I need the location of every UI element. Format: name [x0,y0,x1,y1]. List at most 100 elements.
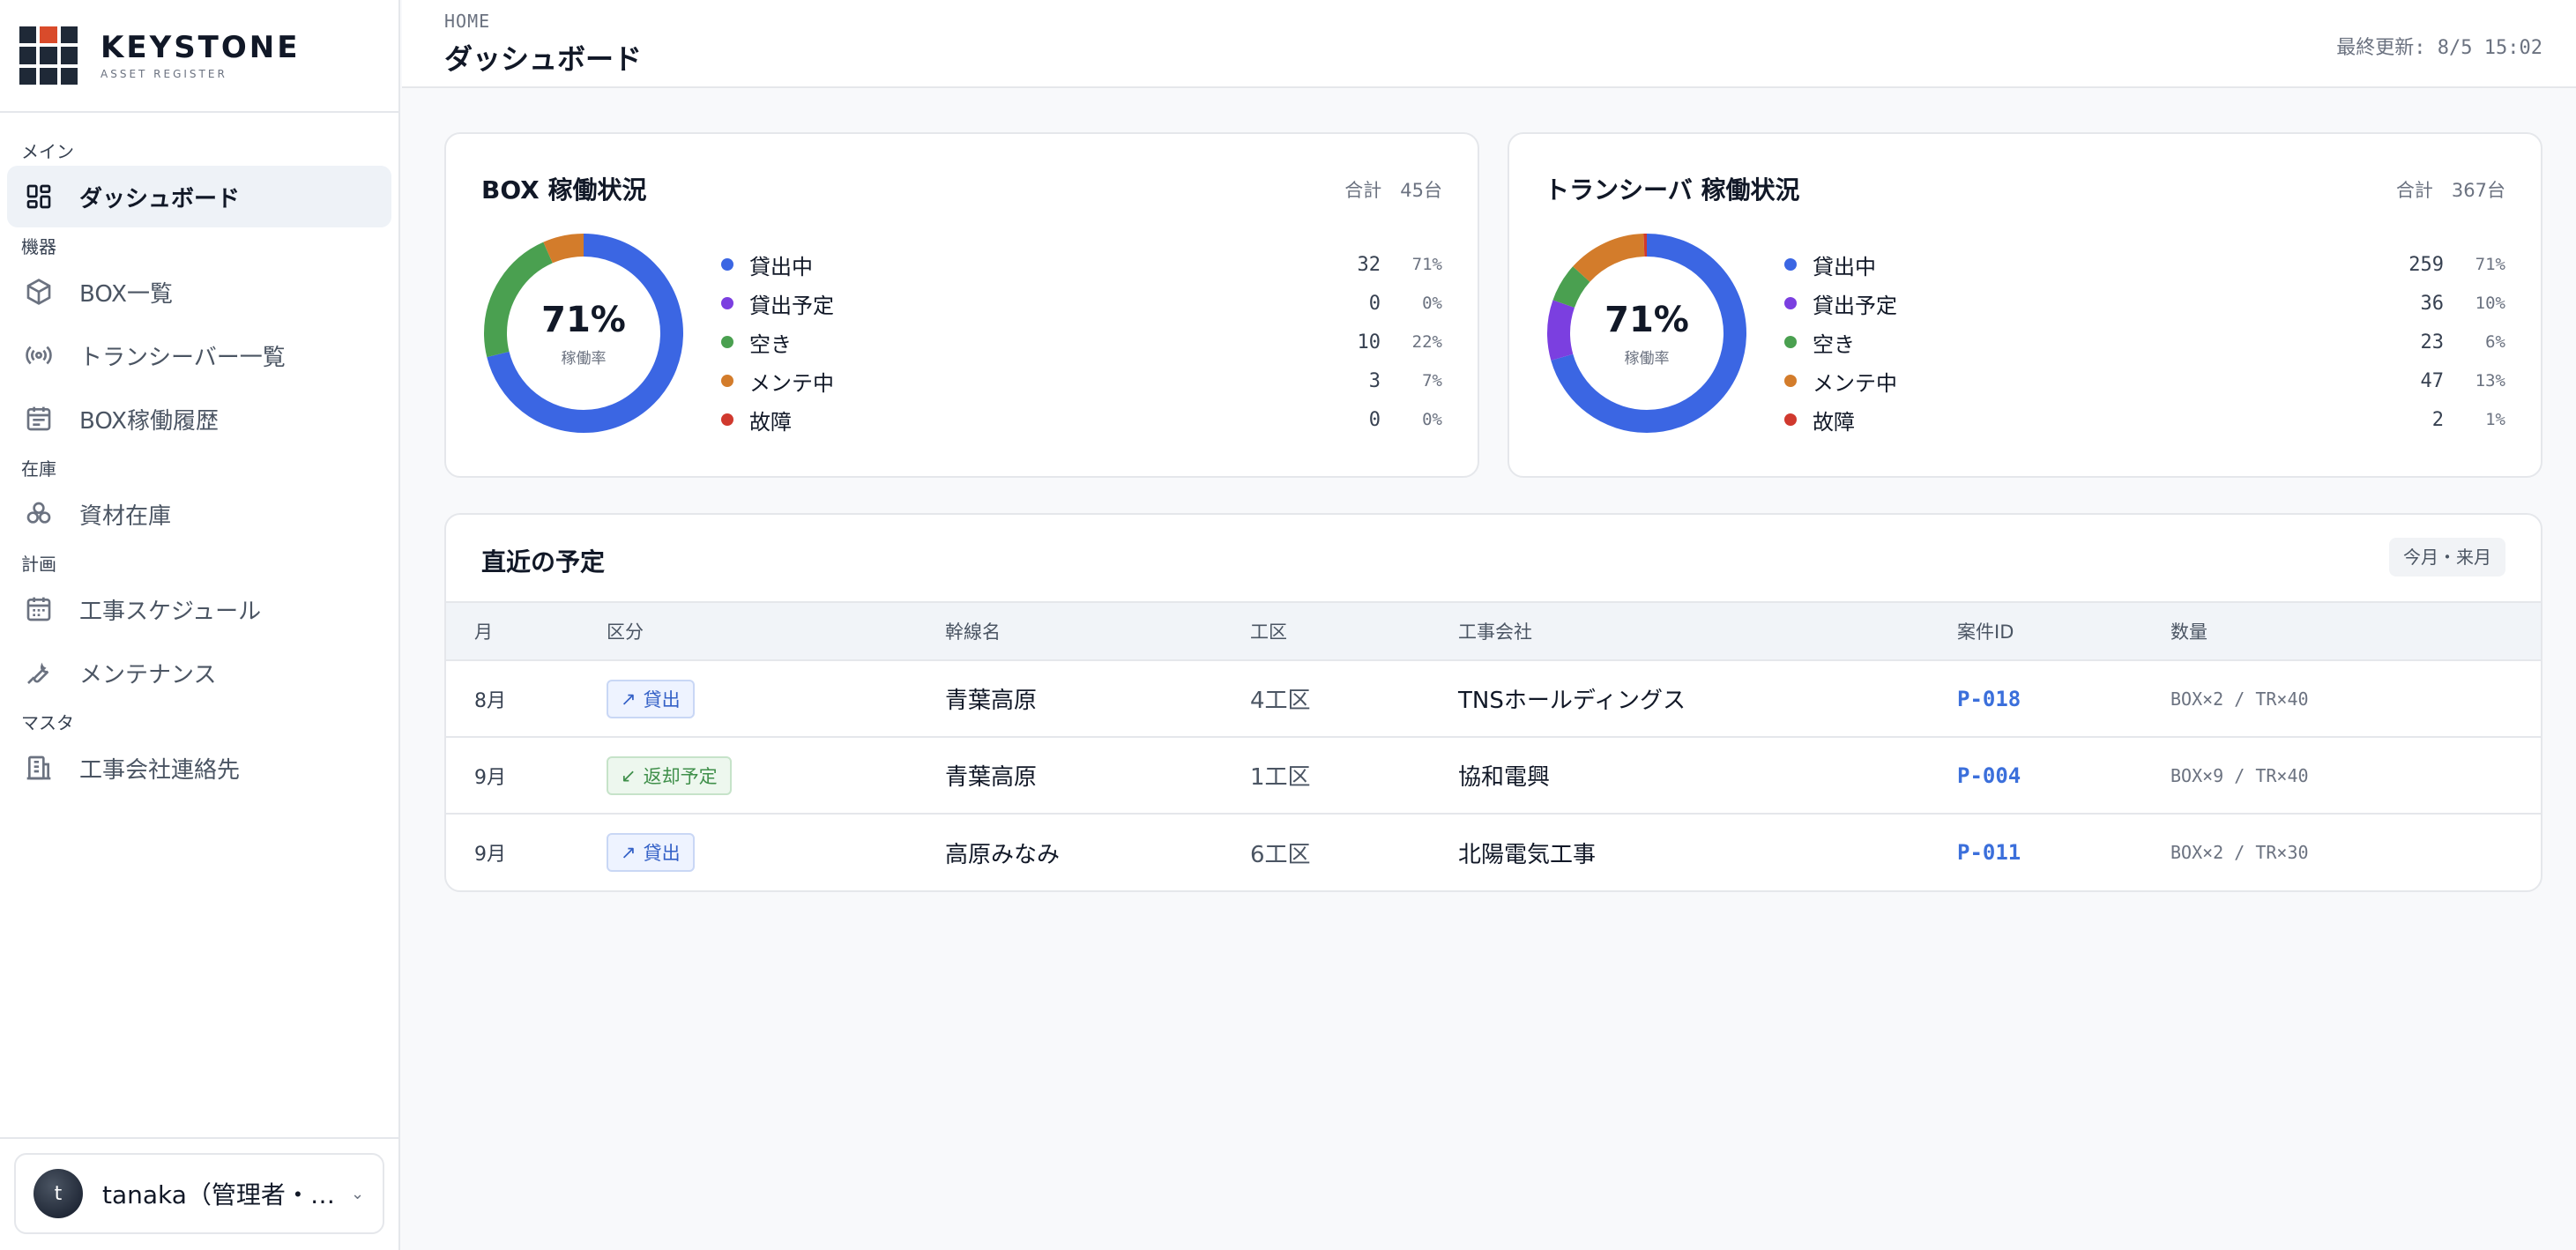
legend-count: 2 [2431,408,2444,431]
column-header[interactable]: 区分 [607,601,945,661]
legend-row-maint: メンテ中 3 7% [721,361,1442,400]
card-total: 合計 367台 [2395,180,2505,201]
legend-label: 貸出予定 [749,293,834,318]
company-cell: 協和電興 [1458,737,1957,815]
calendar-list-icon [25,405,79,433]
radio-icon [25,341,79,369]
legend-row-free: 空き 10 22% [721,323,1442,361]
legend-label: 故障 [749,409,792,435]
last-updated: 最終更新: 8/5 15:02 [2336,37,2542,59]
legend-row-free: 空き 23 6% [1784,323,2505,361]
legend-row-lent: 貸出中 259 71% [1784,245,2505,284]
legend-dot [1784,375,1797,387]
column-header[interactable]: 案件ID [1957,601,2170,661]
legend-row-maint: メンテ中 47 13% [1784,361,2505,400]
legend-label: 貸出中 [749,254,813,279]
sidebar-item-materials[interactable]: 資材在庫 [7,483,391,545]
sidebar-nav: メイン ダッシュボード 機器 BOX一覧 トランシーバー一覧 BOX稼働履歴 在… [0,113,398,799]
user-menu-button[interactable]: t tanaka（管理者・tanaka） ⌄ [14,1153,384,1234]
legend-count: 3 [1368,369,1381,392]
legend-count: 10 [1357,331,1381,353]
card-title: トランシーバ 稼働状況 [1545,175,1800,205]
sidebar-item-label: トランシーバー一覧 [79,344,286,371]
legend-dot [721,413,733,426]
legend-percent: 13% [2475,371,2505,391]
table-row[interactable]: 9月 ↙ 返却予定 青葉高原 1工区 協和電興 P-004 BOX×9 / TR… [446,737,2541,815]
legend-percent: 10% [2475,294,2505,313]
sidebar-item-box-history[interactable]: BOX稼働履歴 [7,388,391,450]
legend-count: 0 [1368,292,1381,315]
chevron-down-icon: ⌄ [351,1184,365,1203]
zone-cell: 6工区 [1250,841,1311,868]
brand[interactable]: KEYSTONE ASSET REGISTER [0,0,398,113]
schedule-table: 月 区分 幹線名 工区 工事会社 案件ID 数量 8月 ↗ 貸出 青葉高原 4工 [446,601,2541,890]
nav-section-main: メイン [21,141,74,162]
arrow-down-left-icon: ↙ [621,764,637,786]
month-cell: 8月 [446,660,607,738]
legend-dot [1784,336,1797,348]
project-id-link[interactable]: P-004 [1957,737,2170,815]
logo-icon [19,26,78,85]
company-cell: TNSホールディングス [1458,660,1957,738]
arrow-up-right-icon: ↗ [621,842,637,863]
sidebar-item-label: 工事スケジュール [79,598,262,625]
sidebar-item-schedule[interactable]: 工事スケジュール [7,578,391,640]
legend-row-broken: 故障 0 0% [721,400,1442,439]
brand-name: KEYSTONE [101,30,301,65]
legend-count: 32 [1357,253,1381,276]
breadcrumb[interactable]: HOME [444,11,490,32]
company-cell: 北陽電気工事 [1458,841,1597,868]
table-row[interactable]: 8月 ↗ 貸出 青葉高原 4工区 TNSホールディングス P-018 BOX×2… [446,660,2541,738]
sidebar-item-label: 工事会社連絡先 [79,756,241,784]
project-id-link[interactable]: P-018 [1957,660,2170,738]
transceiver-legend: 貸出中 259 71% 貸出予定 36 10% 空き 23 6% メンテ中 47… [1784,245,2505,439]
legend-count: 23 [2420,331,2445,353]
box-icon [25,278,79,306]
nav-section-master: マスタ [21,712,74,733]
arrow-up-right-icon: ↗ [621,688,637,710]
user-area: t tanaka（管理者・tanaka） ⌄ [0,1137,398,1250]
nav-section-planning: 計画 [21,554,56,575]
sidebar-item-transceiver-list[interactable]: トランシーバー一覧 [7,324,391,386]
legend-label: 貸出中 [1813,254,1876,279]
box-donut-chart [484,234,683,433]
sidebar-item-dashboard[interactable]: ダッシュボード [7,166,391,227]
sidebar: KEYSTONE ASSET REGISTER メイン ダッシュボード 機器 B… [0,0,400,1250]
transceiver-donut-chart [1547,234,1746,433]
sidebar-item-contractors[interactable]: 工事会社連絡先 [7,737,391,799]
column-header[interactable]: 月 [446,601,607,661]
legend-label: 空き [749,331,792,357]
legend-percent: 71% [2475,255,2505,274]
legend-dot [1784,413,1797,426]
column-header[interactable]: 工区 [1250,601,1458,661]
sidebar-item-box-list[interactable]: BOX一覧 [7,261,391,323]
column-header[interactable]: 幹線名 [945,601,1250,661]
quantity-cell: BOX×2 / TR×40 [2170,660,2541,738]
calendar-icon [25,595,79,623]
month-cell: 9月 [474,844,506,866]
zone-cell: 4工区 [1250,660,1458,738]
sidebar-item-maintenance[interactable]: メンテナンス [7,642,391,703]
legend-count: 0 [1368,408,1381,431]
quantity-cell: BOX×2 / TR×30 [2170,842,2309,863]
column-header[interactable]: 工事会社 [1458,601,1957,661]
sidebar-item-label: メンテナンス [79,661,217,688]
column-header[interactable]: 数量 [2170,601,2541,661]
project-id-link[interactable]: P-011 [1957,814,2170,890]
sidebar-item-label: 資材在庫 [79,502,172,530]
legend-percent: 22% [1411,332,1442,352]
page-title: ダッシュボード [444,42,643,76]
legend-percent: 6% [2485,332,2505,352]
sidebar-item-label: BOX一覧 [79,280,173,308]
wrench-icon [25,658,79,687]
type-cell: ↙ 返却予定 [607,737,945,815]
quantity-cell: BOX×9 / TR×40 [2170,737,2541,815]
legend-dot [1784,258,1797,271]
nav-section-equipment: 機器 [21,236,56,257]
legend-row-broken: 故障 2 1% [1784,400,2505,439]
legend-row-planned: 貸出予定 36 10% [1784,284,2505,323]
legend-percent: 0% [1422,410,1442,429]
table-row[interactable]: 9月 ↗ 貸出 高原みなみ 6工区 北陽電気工事 P-011 BOX×2 / T… [446,814,2541,890]
type-cell: ↗ 貸出 [607,814,945,890]
type-label: 貸出 [643,688,681,711]
